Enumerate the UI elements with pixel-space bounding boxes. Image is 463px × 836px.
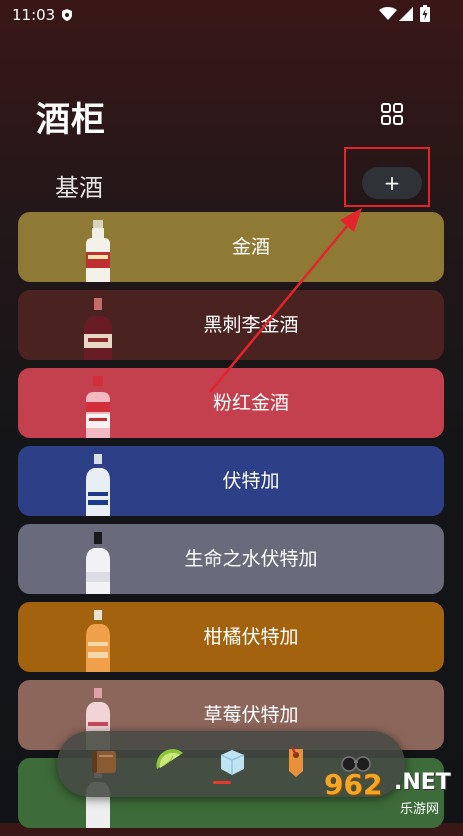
spirit-label: 黑刺李金酒 [203,314,299,336]
annotation-highlight-box [344,147,430,207]
spirit-label: 金酒 [231,236,270,258]
ice-cube-icon[interactable] [215,745,249,779]
wifi-icon [379,7,397,20]
spirit-card[interactable]: 伏特加 [18,446,444,516]
watermark-number: 962 [324,768,383,801]
spirit-label: 伏特加 [222,470,280,492]
spirit-card[interactable]: 黑刺李金酒 [18,290,444,360]
watermark-net: .NET [394,770,451,795]
page-title: 酒柜 [36,100,106,140]
lime-icon[interactable] [153,745,187,779]
watermark-site: 乐游网 [400,802,440,817]
active-tab-indicator [213,781,231,784]
battery-icon [420,5,430,22]
status-time: 11:03 [12,6,56,24]
spirit-card[interactable]: 生命之水伏特加 [18,524,444,594]
spirit-card[interactable]: 粉红金酒 [18,368,444,438]
spirit-card[interactable]: 柑橘伏特加 [18,602,444,672]
signal-icon [399,7,413,21]
tag-icon[interactable] [279,745,313,779]
spirit-label: 粉红金酒 [212,392,289,414]
status-bar: 11:03 [0,0,463,30]
shield-icon [62,9,72,21]
grid-view-icon[interactable] [380,102,404,126]
section-label: 基酒 [55,174,103,202]
spirit-label: 生命之水伏特加 [184,548,318,570]
spirit-card[interactable]: 金酒 [18,212,444,282]
spirit-label: 柑橘伏特加 [203,626,299,648]
watermark-logo: 962 .NET 乐游网 [318,768,460,818]
book-icon[interactable] [87,745,121,779]
